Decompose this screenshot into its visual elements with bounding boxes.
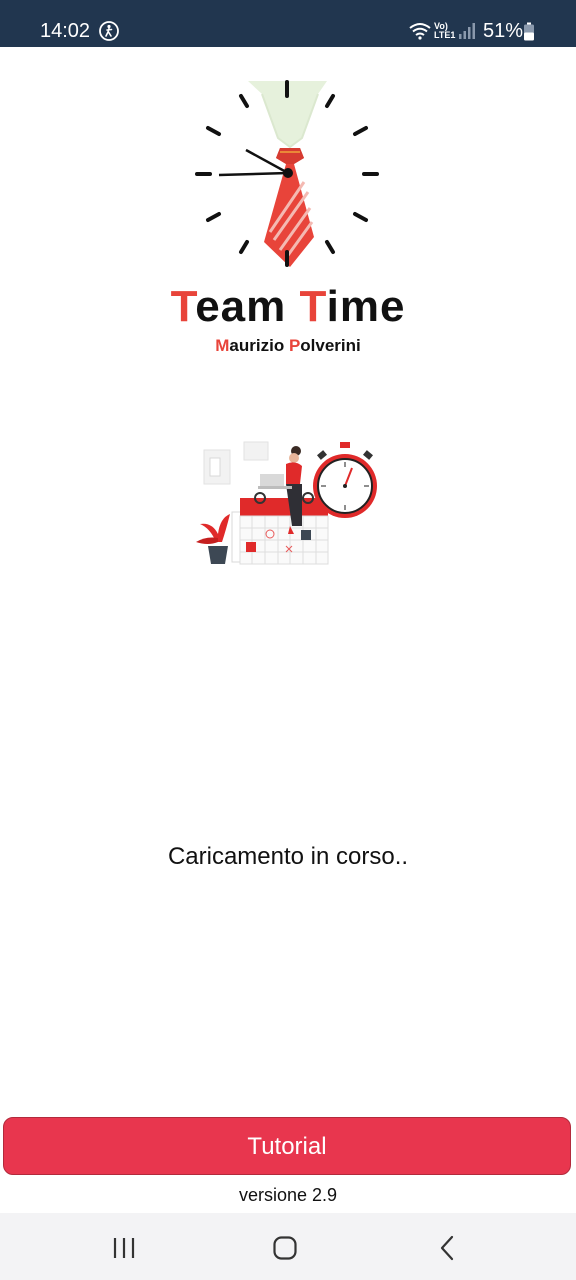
accessibility-icon [98, 20, 120, 47]
team-time-logo [195, 80, 379, 267]
app-title: Team Time [0, 282, 576, 332]
network-indicator: Vo) LTE1 [434, 22, 455, 40]
title-second-letter: T [299, 282, 327, 331]
battery-percentage: 51% [483, 20, 524, 42]
loading-text: Caricamento in corso.. [167, 843, 409, 870]
battery-icon [523, 22, 535, 47]
title-second-rest: ime [326, 282, 406, 331]
app-subtitle: Maurizio Polverini [0, 336, 576, 356]
logo-tie [264, 148, 314, 267]
recents-icon[interactable] [104, 1233, 144, 1263]
network-label-bottom: LTE1 [434, 30, 456, 40]
title-first-rest: eam [195, 282, 300, 331]
tutorial-button[interactable]: Tutorial [3, 1117, 571, 1175]
title-first-letter: T [170, 282, 196, 331]
version-text: versione 2.9 [238, 1185, 338, 1205]
status-time: 14:02 [40, 20, 91, 42]
back-icon[interactable] [428, 1233, 468, 1263]
stopwatch-graphic [313, 442, 377, 518]
subtitle-second-letter: P [288, 336, 301, 355]
subtitle-first-letter: M [215, 336, 230, 355]
subtitle-second-rest: olverini [300, 336, 361, 355]
system-nav-bar [0, 1213, 576, 1280]
calendar-stopwatch-illustration [196, 441, 377, 565]
plant-graphic [196, 514, 230, 564]
clock-minute-hand [218, 171, 289, 177]
subtitle-first-rest: aurizio [229, 336, 289, 355]
home-icon[interactable] [265, 1233, 305, 1263]
splash-screen: 14:02 Vo) LTE1 51% Team Time Maurizio Po… [0, 0, 576, 1280]
wifi-icon [408, 22, 432, 45]
calendar-graphic [231, 492, 329, 565]
signal-icon [458, 22, 476, 45]
status-bar: 14:02 Vo) LTE1 51% [0, 0, 576, 47]
